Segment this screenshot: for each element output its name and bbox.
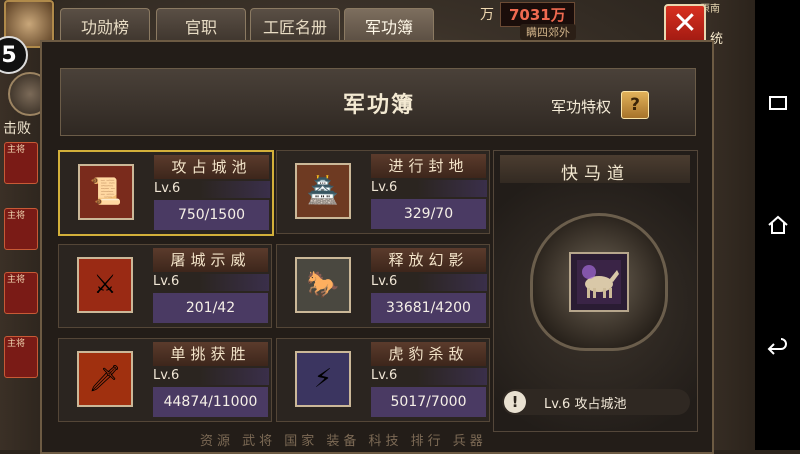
close-icon: ✕ [672,6,698,41]
recent-apps-icon[interactable] [765,90,790,115]
back-icon[interactable] [765,336,790,361]
title-banner: 军功簿 军功特权 ? [60,68,696,136]
level-band [200,181,270,198]
currency-display: 万 7031万 [480,1,575,27]
page-title: 军功簿 [342,93,415,118]
fast-horse-road-panel: 快马道 ! Lv.6 攻占城池 [493,150,698,432]
general-slot-label: 主将 [7,275,26,285]
merit-card-duel[interactable]: 🗡 单挑获胜 Lv.6 44874/11000 [58,338,272,422]
privilege-label[interactable]: 军功特权 [551,96,611,117]
question-icon: ? [630,95,640,115]
help-button[interactable]: ? [621,91,649,119]
card-name: 攻占城池 [154,155,269,179]
level-band [417,180,487,197]
treasure-icon: 🏯 [295,163,351,219]
merit-card-fief[interactable]: 🏯 进行封地 Lv.6 329/70 [276,150,490,234]
general-slot-label: 主将 [7,211,26,221]
card-progress: 201/42 [153,293,268,323]
merit-card-phantom[interactable]: 🐎 释放幻影 Lv.6 33681/4200 [276,244,490,328]
scroll-icon: 📜 [78,164,134,220]
card-level: Lv.6 [153,368,180,383]
slash-icon: ⚡ [295,351,351,407]
general-slot-4[interactable]: 主将 [4,336,38,378]
general-slot-label: 主将 [7,339,26,349]
tab-merit-rank[interactable]: 功勋榜 [60,8,150,43]
card-name: 释放幻影 [371,248,486,272]
merit-card-tiger-leopard[interactable]: ⚡ 虎豹杀敌 Lv.6 5017/7000 [276,338,490,422]
card-level: Lv.6 [153,274,180,289]
warrior-icon: ⚔ [77,257,133,313]
general-slot-2[interactable]: 主将 [4,208,38,250]
phantom-icon: 🐎 [295,257,351,313]
level-band [199,274,269,291]
card-name: 单挑获胜 [153,342,268,366]
ornate-frame [530,213,668,351]
card-name: 屠城示威 [153,248,268,272]
card-progress: 33681/4200 [371,293,486,323]
tab-military-merit[interactable]: 军功簿 [344,8,434,43]
horse-glyph [577,260,621,304]
card-level: Lv.6 [154,181,181,196]
card-progress: 44874/11000 [153,387,268,417]
general-slot-3[interactable]: 主将 [4,272,38,314]
level-band [417,368,487,385]
money-unit: 万 [480,7,494,23]
duel-icon: 🗡 [77,351,133,407]
horse-icon[interactable] [569,252,629,312]
road-requirement: Lv.6 攻占城池 [544,396,627,412]
exclamation-icon: ! [504,391,526,413]
level-band [199,368,269,385]
merit-card-capture-city[interactable]: 📜 攻占城池 Lv.6 750/1500 [58,150,274,236]
merit-card-massacre[interactable]: ⚔ 屠城示威 Lv.6 201/42 [58,244,272,328]
card-progress: 750/1500 [154,200,269,230]
card-progress: 5017/7000 [371,387,486,417]
card-level: Lv.6 [371,274,398,289]
card-level: Lv.6 [371,368,398,383]
close-button[interactable]: ✕ [664,4,706,44]
tab-official-post[interactable]: 官职 [156,8,246,43]
military-merit-window: 军功簿 军功特权 ? 📜 攻占城池 Lv.6 750/1500 🏯 进行封地 L… [40,40,714,454]
general-slot-1[interactable]: 主将 [4,142,38,184]
card-level: Lv.6 [371,180,398,195]
tab-craftsman-roster[interactable]: 工匠名册 [250,8,340,43]
home-icon[interactable] [765,212,790,237]
road-title: 快马道 [561,164,630,184]
level-band [417,274,487,291]
location-chip: 瞒四郊外 [520,24,576,40]
card-name: 进行封地 [371,154,486,178]
money-value: 7031万 [500,1,575,27]
general-slot-label: 主将 [7,145,26,155]
card-progress: 329/70 [371,199,486,229]
bottom-menu-strip: 资源 武将 国家 装备 科技 排行 兵器 [200,434,487,449]
road-footer: ! Lv.6 攻占城池 [502,389,690,415]
card-name: 虎豹杀敌 [371,342,486,366]
android-nav-bar [755,0,800,450]
defeat-label: 击败 [3,121,31,137]
